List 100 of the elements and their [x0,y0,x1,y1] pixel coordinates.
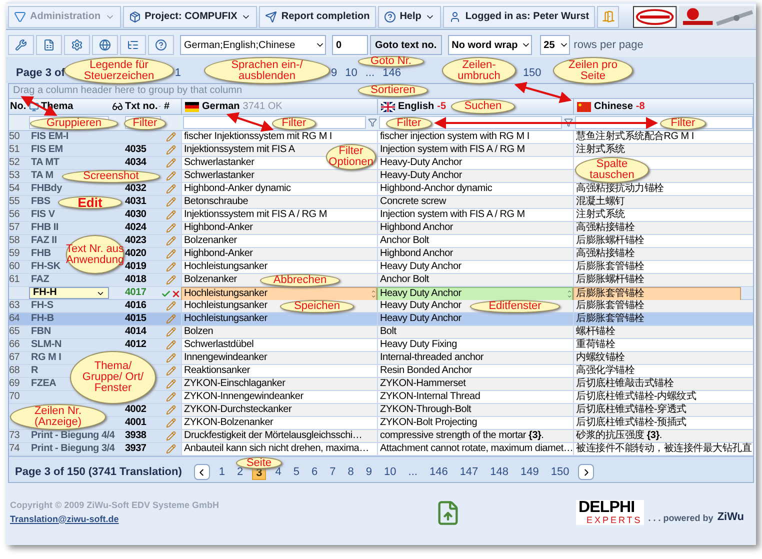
chinese-cell: 混凝土螺钉 [576,196,625,208]
row-number: 53 [9,170,21,182]
text-number: 4024 [125,222,148,234]
row-number: 58 [9,235,21,247]
thema-cell-text: Print - Biegung 4/4 [30,430,115,442]
english-cell: Bolt [380,326,396,338]
german-cell: ZYKON-Innengewindeanker [184,391,304,403]
chinese-cell: 高强化学锚栓 [576,365,634,377]
chinese-cell: 后膨胀套管锚栓 [576,300,644,312]
english-cell: Injection system with FIS A / RG M [380,209,525,221]
thema-cell-text: TA MT [30,157,60,169]
german-cell: Hochleistungsanker [184,300,268,312]
english-cell: Highbond Anchor [380,222,453,234]
chinese-cell: 注射式系统 [576,209,625,221]
text-number: 4015 [125,313,148,325]
german-cell: Highbond-Anker dynamic [184,183,291,195]
row-number: 64 [9,313,21,325]
english-cell: Internal-threaded anchor [380,352,484,364]
chinese-cell: 高强粘接锚栓 [576,222,634,234]
english-cell: ZYKON-Hammerset [380,378,466,390]
thema-cell-text: FBN [30,326,51,338]
chinese-cell: 螺杆锚栓 [576,326,615,338]
german-cell: Innengewindeanker [184,352,268,364]
row-number: 55 [9,196,21,208]
text-number: 4002 [125,404,148,416]
chinese-cell: 高强粘接锚栓 [576,248,634,260]
english-cell: Heavy-Duty Anchor [380,157,462,169]
chinese-cell: 后膨胀螺杆锚栓 [576,235,644,247]
german-cell: Bolzenanker [184,235,237,247]
chinese-cell: 慧鱼注射式系统配合RG M I [576,131,694,143]
german-cell: Highbond-Anker [184,222,253,234]
german-cell: Injektionssystem mit FIS A [184,144,295,156]
english-cell: ZYKON-Internal Thread [380,391,480,403]
row-number: 74 [9,443,21,455]
text-number: 4032 [125,183,148,195]
english-cell: Heavy Duty Fixing [380,339,457,351]
row-number: 60 [9,261,21,273]
chinese-cell: 高强粘接抗动力锚栓 [576,183,664,195]
thema-cell-text: FZEA [30,378,56,390]
german-cell: Bolzen [184,326,214,338]
chinese-cell: 后膨胀套管锚栓 [576,261,644,273]
english-cell: Highbond Anchor [380,248,453,260]
english-cell: Resin Bonded Anchor [380,365,472,377]
chinese-cell: 后膨胀螺杆锚栓 [576,274,644,286]
english-cell: Heavy Duty Anchor [380,261,462,273]
thema-cell-text: FBS [30,196,50,208]
chinese-cell: 重荷锚栓 [576,339,615,351]
english-cell: fischer injection system with RG M I [380,131,530,143]
thema-cell-text: FIS EM [30,144,63,156]
page-info: Page 3 of [16,67,65,80]
thema-cell-text: RG M I [30,352,62,364]
german-cell: Highbond-Anker [184,248,253,260]
german-cell: ZYKON-Bolzenanker [184,417,274,429]
english-cell: Anchor Bolt [380,235,429,247]
german-cell: Druckfestigkeit der Mörtelausgleichsschi… [184,430,362,442]
chinese-cell: 砂浆的抗压强度 {3}. [576,430,662,442]
text-number: 3938 [125,430,148,442]
thema-cell-text: FHBdy [30,183,62,195]
text-number: 4014 [125,326,148,338]
german-cell: Reaktionsanker [184,365,250,377]
chinese-cell: 后切底柱锥式锚栓-预插式 [576,417,686,429]
text-number: 4019 [125,261,148,273]
row-number: 59 [9,248,21,260]
thema-cell-text: SLM-N [30,339,62,351]
german-cell: Betonschraube [184,196,248,208]
english-cell: Heavy Duty Anchor [380,300,462,312]
english-cell: ZYKON-Through-Bolt [380,404,472,416]
copyright: Copyright © 2009 ZiWu-Soft EDV Systeme GmbH [10,499,219,512]
text-number: 4001 [125,417,148,429]
chinese-cell: 被连接件不能转动，被连接件最大钻孔直 [576,443,752,455]
brand-logo: ZiWu [717,510,744,524]
text-number: 4017 [125,287,148,299]
german-cell: Schwerlastanker [184,157,254,169]
english-cell: Heavy-Duty Anchor [380,170,462,182]
text-number: 4023 [125,235,148,247]
text-number: 4012 [125,339,148,351]
english-cell: Highbond-Anchor dynamic [380,183,492,195]
thema-cell-text: FHB [30,248,51,260]
row-number: 61 [9,274,21,286]
text-number: 4034 [125,157,148,169]
powered-by: . . . powered by [648,512,714,525]
row-number: 56 [9,209,21,221]
row-number: 51 [9,144,21,156]
row-number: 50 [9,131,21,143]
row-number: 68 [9,365,21,377]
text-number: 3937 [125,443,148,455]
row-number: 52 [9,157,21,169]
translation-status: -8 [636,100,645,114]
english-cell: Anchor Bolt [380,274,429,286]
german-cell: Bolzenanker [184,274,237,286]
text-number: 4016 [125,300,148,312]
german-cell: Schwerlastdübel [184,339,254,351]
thema-cell-text: FIS EM-I [30,131,68,143]
text-number: 4030 [125,209,148,221]
german-cell: Injektionssystem mit FIS A / RG M [184,209,327,221]
row-number: 65 [9,326,21,338]
page-info: Page 3 of 150 (3741 Translation) [15,464,182,480]
translation-status: 3741 OK [242,100,282,114]
text-number: 4020 [125,248,148,260]
row-number: 57 [9,222,21,234]
